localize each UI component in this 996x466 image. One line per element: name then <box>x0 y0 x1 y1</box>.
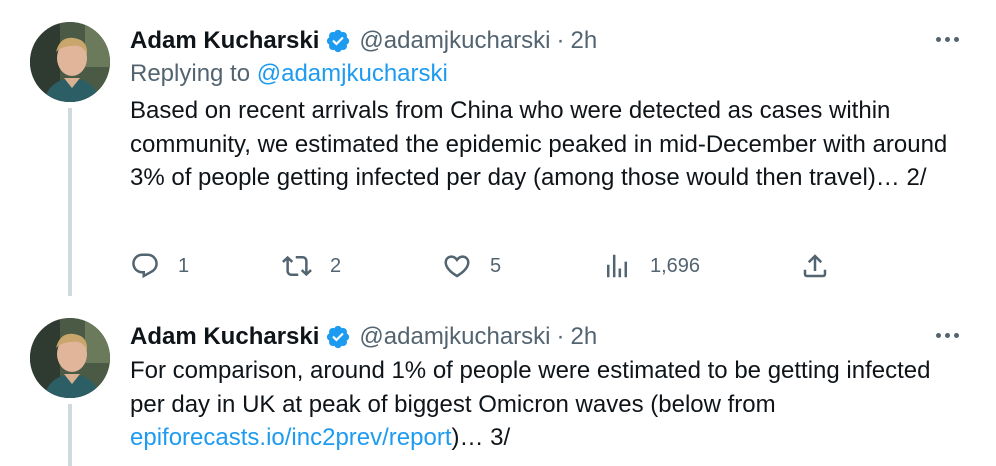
views-chart-icon <box>607 254 627 278</box>
retweet-icon <box>282 255 312 277</box>
replying-to-label: Replying to <box>130 60 251 87</box>
tweet-actions: 1 2 5 1,696 <box>130 246 850 286</box>
thread-connector-line <box>68 108 72 296</box>
more-dots-icon[interactable] <box>932 24 962 54</box>
author-handle[interactable]: @adamjkucharski <box>359 27 550 55</box>
tweet-header: Adam Kucharski @adamjkucharski · 2h <box>130 320 597 354</box>
timestamp[interactable]: 2h <box>571 27 598 55</box>
views-button[interactable]: 1,696 <box>602 246 700 286</box>
separator-dot: · <box>556 323 565 350</box>
verified-badge-icon <box>325 28 351 54</box>
reply-icon <box>132 253 158 279</box>
heart-icon <box>444 255 470 278</box>
verified-badge-icon <box>325 324 351 350</box>
retweet-count: 2 <box>330 254 342 277</box>
like-count: 5 <box>490 254 502 277</box>
replying-to-mention[interactable]: @adamjkucharski <box>257 60 448 87</box>
avatar[interactable] <box>30 22 110 102</box>
author-name[interactable]: Adam Kucharski <box>130 323 319 351</box>
replying-to: Replying to @adamjkucharski <box>130 60 448 88</box>
avatar[interactable] <box>30 318 110 398</box>
timestamp[interactable]: 2h <box>571 323 598 351</box>
thread-connector-line <box>68 404 72 466</box>
share-icon <box>803 254 827 278</box>
share-button[interactable] <box>800 246 830 286</box>
tweet-thread: Adam Kucharski @adamjkucharski · 2h Repl… <box>0 0 996 466</box>
author-handle[interactable]: @adamjkucharski <box>359 323 550 351</box>
reply-button[interactable]: 1 <box>130 246 189 286</box>
author-name[interactable]: Adam Kucharski <box>130 27 319 55</box>
tweet-link[interactable]: epiforecasts.io/inc2prev/report <box>130 424 452 451</box>
tweet[interactable]: Adam Kucharski @adamjkucharski · 2h For … <box>0 296 996 466</box>
tweet-text: For comparison, around 1% of people were… <box>130 354 960 455</box>
more-dots-icon[interactable] <box>932 320 962 350</box>
avatar-photo <box>30 318 110 398</box>
tweet-header: Adam Kucharski @adamjkucharski · 2h <box>130 24 597 58</box>
avatar-photo <box>30 22 110 102</box>
views-count: 1,696 <box>650 254 701 277</box>
tweet-text-before-link: For comparison, around 1% of people were… <box>130 357 931 418</box>
separator-dot: · <box>556 27 565 54</box>
tweet-text-after-link: )… 3/ <box>451 424 511 451</box>
reply-count: 1 <box>178 254 190 277</box>
tweet-text: Based on recent arrivals from China who … <box>130 97 948 191</box>
retweet-button[interactable]: 2 <box>282 246 341 286</box>
like-button[interactable]: 5 <box>442 246 501 286</box>
tweet[interactable]: Adam Kucharski @adamjkucharski · 2h Repl… <box>0 0 996 296</box>
